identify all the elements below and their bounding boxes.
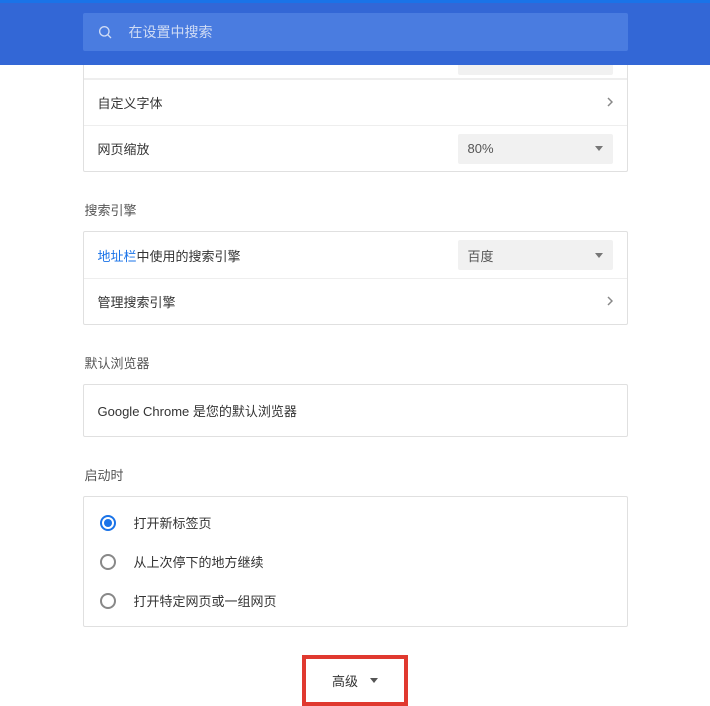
page-zoom-label: 网页缩放 (98, 139, 150, 158)
caret-down-icon (595, 253, 603, 258)
page-zoom-value: 80% (468, 141, 494, 156)
default-browser-card: Google Chrome 是您的默认浏览器 (83, 384, 628, 437)
custom-fonts-label: 自定义字体 (98, 93, 163, 112)
radio-icon (100, 593, 116, 609)
custom-fonts-row[interactable]: 自定义字体 (84, 79, 627, 125)
on-startup-card: 打开新标签页 从上次停下的地方继续 打开特定网页或一组网页 (83, 496, 628, 627)
manage-search-engines-label: 管理搜索引擎 (98, 292, 176, 311)
header-bar (0, 3, 710, 65)
radio-icon (100, 515, 116, 531)
search-bar[interactable] (83, 13, 628, 51)
startup-option-label: 从上次停下的地方继续 (134, 552, 264, 571)
caret-down-icon (370, 678, 378, 683)
address-bar-suffix: 中使用的搜索引擎 (137, 249, 241, 264)
section-title-on-startup: 启动时 (83, 465, 628, 484)
startup-option-label: 打开特定网页或一组网页 (134, 591, 277, 610)
radio-icon (100, 554, 116, 570)
address-bar-engine-label: 地址栏中使用的搜索引擎 (98, 246, 241, 265)
section-title-search-engine: 搜索引擎 (83, 200, 628, 219)
chevron-right-icon (593, 95, 613, 110)
settings-content: 自定义字体 网页缩放 80% 搜索引擎 地址栏中使用的搜索引擎 百度 (83, 65, 628, 706)
startup-option-label: 打开新标签页 (134, 513, 212, 532)
search-engine-select[interactable]: 百度 (458, 240, 613, 270)
font-size-combo-peek (458, 65, 613, 75)
manage-search-engines-row[interactable]: 管理搜索引擎 (84, 278, 627, 324)
appearance-card: 自定义字体 网页缩放 80% (83, 65, 628, 172)
default-browser-info: Google Chrome 是您的默认浏览器 (84, 385, 627, 436)
startup-option-new-tab[interactable]: 打开新标签页 (84, 503, 627, 542)
address-bar-link[interactable]: 地址栏 (98, 249, 137, 264)
startup-option-specific-pages[interactable]: 打开特定网页或一组网页 (84, 581, 627, 620)
advanced-container: 高级 (83, 655, 628, 706)
search-icon (97, 24, 113, 40)
search-engine-card: 地址栏中使用的搜索引擎 百度 管理搜索引擎 (83, 231, 628, 325)
advanced-label: 高级 (332, 671, 358, 690)
address-bar-engine-row: 地址栏中使用的搜索引擎 百度 (84, 232, 627, 278)
caret-down-icon (595, 146, 603, 151)
section-title-default-browser: 默认浏览器 (83, 353, 628, 372)
search-input[interactable] (129, 24, 614, 40)
startup-option-continue[interactable]: 从上次停下的地方继续 (84, 542, 627, 581)
page-zoom-select[interactable]: 80% (458, 134, 613, 164)
startup-radio-group: 打开新标签页 从上次停下的地方继续 打开特定网页或一组网页 (84, 497, 627, 626)
font-size-row-peek[interactable] (84, 65, 627, 79)
page-zoom-row: 网页缩放 80% (84, 125, 627, 171)
advanced-button[interactable]: 高级 (302, 655, 408, 706)
search-engine-value: 百度 (468, 246, 494, 265)
chevron-right-icon (593, 294, 613, 309)
